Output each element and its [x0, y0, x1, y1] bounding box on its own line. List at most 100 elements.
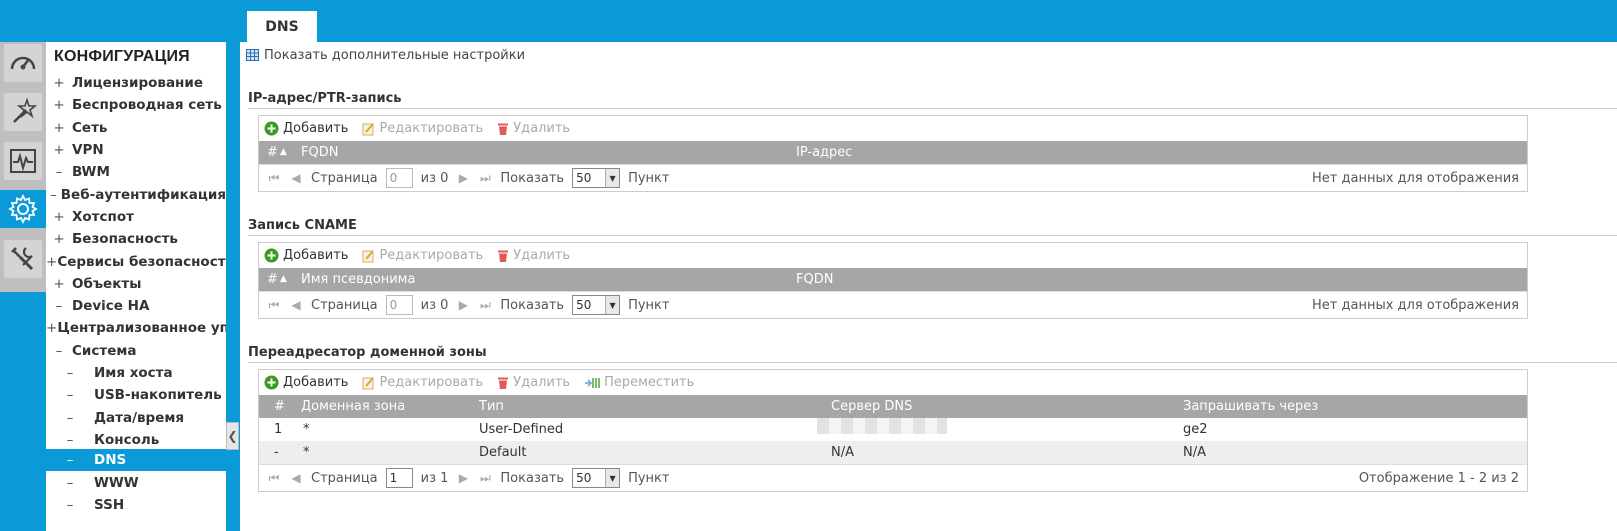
edit-button[interactable]: Редактировать: [362, 248, 483, 263]
expand-icon: +: [46, 319, 58, 336]
edit-button[interactable]: Редактировать: [362, 375, 483, 390]
toolbar: Добавить Редактировать Удалить Перемести…: [259, 370, 1527, 395]
sidebar-item-objects[interactable]: + Объекты: [46, 272, 226, 295]
sidebar-item-label: DNS: [94, 452, 127, 468]
page-input[interactable]: 1: [385, 468, 413, 488]
col-number[interactable]: #: [274, 395, 285, 418]
next-page-icon[interactable]: ▶: [456, 298, 470, 312]
row-number: 1: [274, 422, 283, 437]
col-number[interactable]: #: [267, 141, 278, 164]
dashboard-icon[interactable]: [4, 44, 42, 82]
first-page-icon[interactable]: ⏮: [267, 171, 281, 186]
last-page-icon[interactable]: ⏭: [478, 298, 492, 313]
add-icon: [264, 121, 279, 136]
sidebar-item-label: Безопасность: [72, 230, 178, 247]
sidebar-item-label: Беспроводная сеть: [72, 96, 222, 113]
sidebar-item-usb-storage[interactable]: – USB-накопитель: [46, 383, 226, 406]
sidebar-item-label: Хотспот: [72, 208, 134, 225]
page-label: Страница: [311, 170, 378, 186]
delete-button[interactable]: Удалить: [497, 121, 570, 136]
next-page-icon[interactable]: ▶: [456, 471, 470, 485]
show-advanced-settings-link[interactable]: Показать дополнительные настройки: [246, 46, 525, 64]
page-input[interactable]: 0: [385, 168, 413, 188]
sidebar-item-security[interactable]: + Безопасность: [46, 227, 226, 250]
sidebar-item-web-auth[interactable]: – Веб-аутентификация: [46, 183, 226, 206]
show-label: Показать: [500, 297, 565, 313]
page-input[interactable]: 0: [385, 295, 413, 315]
col-domain-zone[interactable]: Доменная зона: [301, 395, 405, 418]
expand-icon: +: [53, 208, 65, 225]
prev-page-icon[interactable]: ◀: [289, 471, 303, 485]
per-page-select[interactable]: 50 ▼: [572, 168, 621, 188]
per-page-value: 50: [576, 171, 592, 185]
add-button[interactable]: Добавить: [264, 121, 348, 136]
delete-button[interactable]: Удалить: [497, 248, 570, 263]
sidebar-item-www[interactable]: – WWW: [46, 471, 226, 494]
table-header: # ▲ FQDN IP-адрес: [259, 141, 1527, 164]
prev-page-icon[interactable]: ◀: [289, 298, 303, 312]
sidebar-item-central-management[interactable]: +Централизованное управление: [46, 316, 226, 339]
tab-dns[interactable]: DNS: [247, 11, 317, 42]
sidebar-item-dns[interactable]: – DNS: [46, 449, 226, 471]
sidebar-item-hostname[interactable]: – Имя хоста: [46, 361, 226, 384]
delete-button[interactable]: Удалить: [497, 375, 570, 390]
leaf-dash-icon: –: [55, 297, 63, 314]
add-button[interactable]: Добавить: [264, 248, 348, 263]
sidebar-item-bwm[interactable]: – BWM: [46, 160, 226, 183]
per-page-value: 50: [576, 471, 592, 485]
table-row[interactable]: 1 * User-Defined ge2: [259, 418, 1527, 441]
col-query-via[interactable]: Запрашивать через: [1183, 395, 1318, 418]
sidebar-item-date-time[interactable]: – Дата/время: [46, 406, 226, 429]
sidebar-item-label: SSH: [94, 496, 125, 513]
sidebar-item-label: Дата/время: [94, 409, 185, 426]
edit-icon: [362, 376, 375, 389]
expand-icon: +: [53, 119, 65, 136]
last-page-icon[interactable]: ⏭: [478, 171, 492, 186]
add-label: Добавить: [283, 248, 349, 263]
leaf-dash-icon: –: [66, 386, 74, 403]
sidebar-item-hotspot[interactable]: + Хотспот: [46, 205, 226, 228]
add-button[interactable]: Добавить: [264, 375, 348, 390]
sidebar-item-device-ha[interactable]: – Device HA: [46, 294, 226, 317]
sort-asc-icon: ▲: [280, 274, 287, 284]
configuration-gear-icon[interactable]: [0, 190, 46, 228]
wizard-icon[interactable]: [4, 93, 42, 131]
unit-label: Пункт: [628, 170, 670, 186]
page-label: Страница: [311, 470, 378, 486]
sidebar-item-ssh[interactable]: – SSH: [46, 493, 226, 516]
edit-button[interactable]: Редактировать: [362, 121, 483, 136]
sort-asc-icon: ▲: [280, 147, 287, 157]
collapse-sidebar-button[interactable]: ❮: [226, 422, 239, 450]
col-ip-address[interactable]: IP-адрес: [796, 141, 852, 164]
sidebar-item-wireless[interactable]: + Беспроводная сеть: [46, 93, 226, 116]
col-type[interactable]: Тип: [479, 395, 504, 418]
first-page-icon[interactable]: ⏮: [267, 471, 281, 486]
sidebar-item-network[interactable]: + Сеть: [46, 116, 226, 139]
monitor-icon[interactable]: [4, 142, 42, 180]
prev-page-icon[interactable]: ◀: [289, 171, 303, 185]
sidebar-item-security-services[interactable]: + Сервисы безопасности: [46, 250, 226, 273]
table-row[interactable]: - * Default N/A N/A: [259, 441, 1527, 464]
sidebar-item-licensing[interactable]: + Лицензирование: [46, 71, 226, 94]
per-page-select[interactable]: 50 ▼: [572, 295, 621, 315]
col-fqdn[interactable]: FQDN: [796, 268, 833, 291]
unit-label: Пункт: [628, 470, 670, 486]
col-number[interactable]: #: [267, 268, 278, 291]
last-page-icon[interactable]: ⏭: [478, 471, 492, 486]
row-type: Default: [479, 445, 527, 460]
col-dns-server[interactable]: Сервер DNS: [831, 395, 912, 418]
advanced-link-label: Показать дополнительные настройки: [264, 47, 526, 63]
next-page-icon[interactable]: ▶: [456, 171, 470, 185]
first-page-icon[interactable]: ⏮: [267, 298, 281, 313]
sidebar-item-system[interactable]: – Система: [46, 339, 226, 362]
move-button[interactable]: Переместить: [584, 375, 694, 390]
col-fqdn[interactable]: FQDN: [301, 141, 338, 164]
page-of: из 1: [420, 470, 449, 486]
sidebar-item-console[interactable]: – Консоль: [46, 428, 226, 451]
sidebar-item-label: WWW: [94, 474, 139, 491]
maintenance-tools-icon[interactable]: [4, 240, 42, 278]
per-page-select[interactable]: 50 ▼: [572, 468, 621, 488]
col-alias-name[interactable]: Имя псевдонима: [301, 268, 415, 291]
sidebar-item-vpn[interactable]: + VPN: [46, 138, 226, 161]
delete-icon: [498, 123, 509, 135]
